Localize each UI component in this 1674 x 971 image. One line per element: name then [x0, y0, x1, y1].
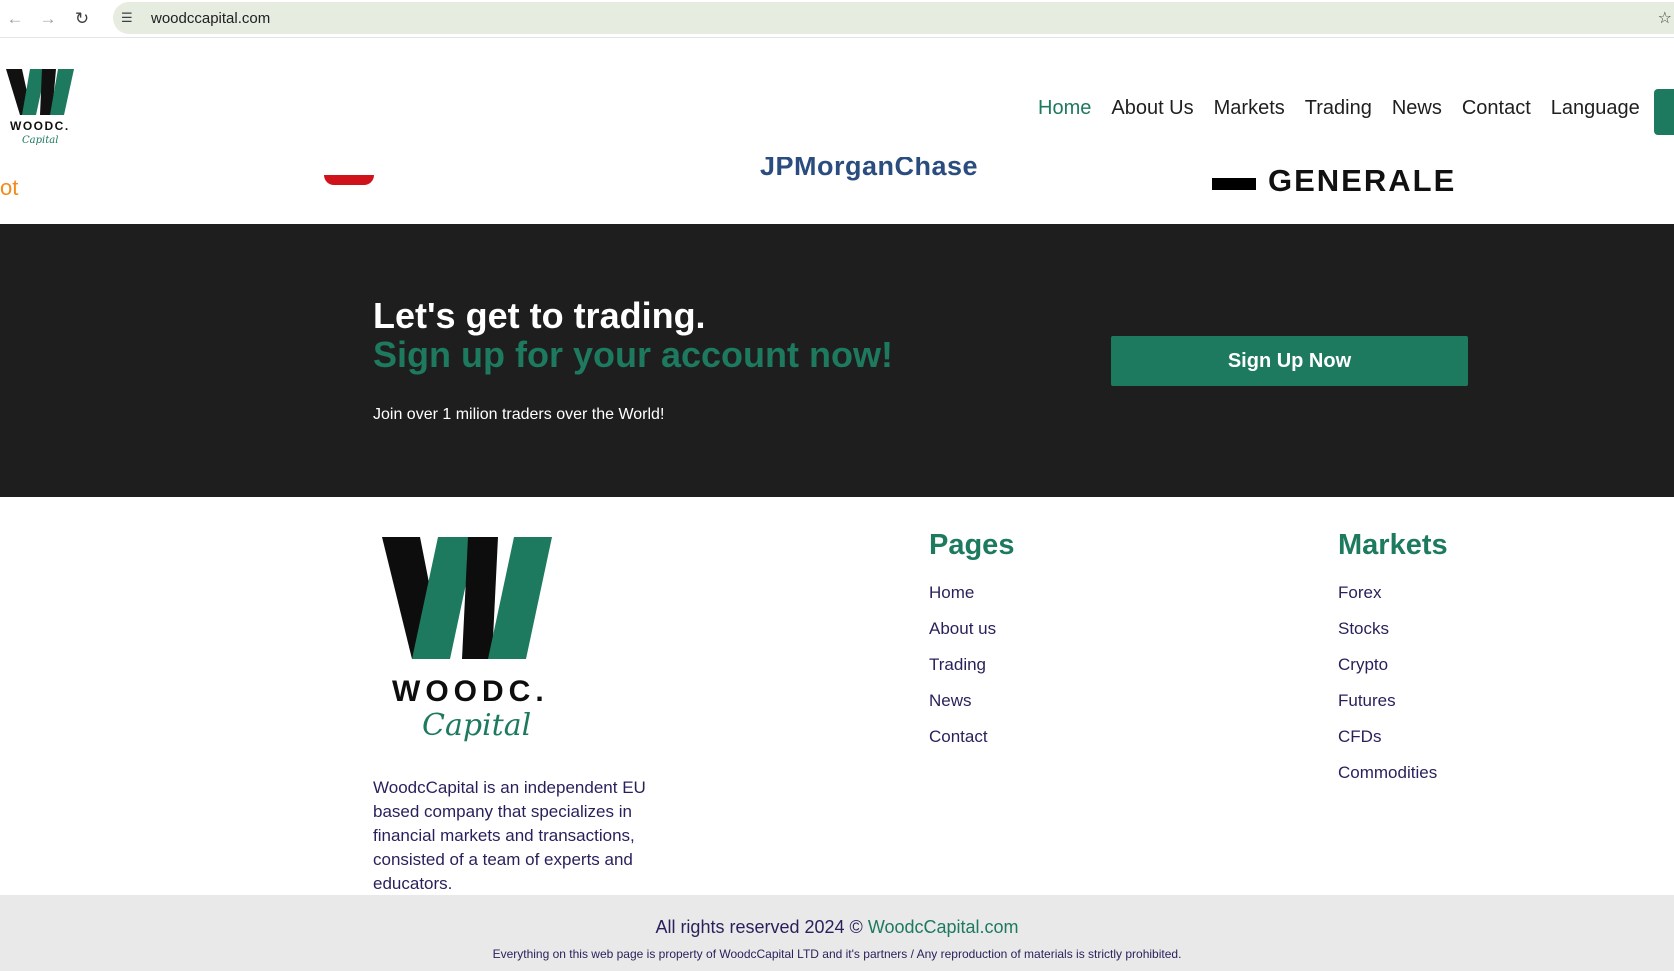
list-item: Crypto: [1338, 653, 1437, 689]
nav-about-us[interactable]: About Us: [1101, 97, 1203, 120]
reload-icon[interactable]: ↻: [69, 6, 95, 32]
sign-up-now-button[interactable]: Sign Up Now: [1111, 336, 1468, 386]
footer-link-stocks[interactable]: Stocks: [1338, 619, 1389, 638]
list-item: Forex: [1338, 581, 1437, 617]
back-arrow-icon[interactable]: ←: [2, 6, 28, 32]
footer-logo-script: Capital: [422, 708, 531, 743]
bookmark-star-icon[interactable]: ☆: [1658, 8, 1672, 28]
copyright-prefix: All rights reserved 2024 ©: [655, 917, 868, 937]
nav-markets[interactable]: Markets: [1204, 97, 1295, 120]
forward-arrow-icon[interactable]: →: [35, 6, 61, 32]
partner-logo-jpmorgan: JPMorganChase: [760, 157, 979, 181]
address-bar[interactable]: ☰ woodccapital.com ☆: [113, 2, 1674, 34]
footer-link-crypto[interactable]: Crypto: [1338, 655, 1388, 674]
nav-language[interactable]: Language: [1541, 97, 1650, 120]
partner-logos-strip: ot JPMorganChase GENERALE: [0, 157, 1674, 224]
list-item: Trading: [929, 653, 996, 689]
logo-script-text: Capital: [22, 135, 58, 146]
footer-about-text: WoodcCapital is an independent EU based …: [373, 778, 646, 893]
nav-news[interactable]: News: [1382, 97, 1452, 120]
cta-title: Let's get to trading.: [373, 295, 706, 336]
footer-markets-list: Forex Stocks Crypto Futures CFDs Commodi…: [1338, 581, 1437, 797]
list-item: CFDs: [1338, 725, 1437, 761]
partner-logo-fragment-left: ot: [0, 175, 19, 200]
footer-link-cfds[interactable]: CFDs: [1338, 727, 1381, 746]
site-header: WOODC. Capital Home About Us Markets Tra…: [0, 39, 1674, 157]
copyright-brand-link[interactable]: WoodcCapital.com: [868, 917, 1019, 937]
list-item: Stocks: [1338, 617, 1437, 653]
footer-pages-title: Pages: [929, 529, 1015, 561]
footer-link-trading[interactable]: Trading: [929, 655, 986, 674]
footer-link-forex[interactable]: Forex: [1338, 583, 1381, 602]
nav-trading[interactable]: Trading: [1295, 97, 1382, 120]
partner-logo-societe-generale: GENERALE: [1268, 163, 1457, 198]
footer-link-contact[interactable]: Contact: [929, 727, 988, 746]
site-settings-icon[interactable]: ☰: [121, 10, 141, 26]
nav-contact[interactable]: Contact: [1452, 97, 1541, 120]
list-item: Commodities: [1338, 761, 1437, 797]
footer-link-about-us[interactable]: About us: [929, 619, 996, 638]
footer-link-futures[interactable]: Futures: [1338, 691, 1396, 710]
partner-logo-sg-mark: [1212, 178, 1256, 190]
cta-note: Join over 1 milion traders over the Worl…: [373, 406, 665, 423]
browser-toolbar: ← → ↻ ☰ woodccapital.com ☆: [0, 0, 1674, 38]
footer-link-news[interactable]: News: [929, 691, 972, 710]
footer-logo-word: WOODC.: [392, 675, 549, 708]
copyright-text: All rights reserved 2024 © WoodcCapital.…: [0, 917, 1674, 938]
list-item: Futures: [1338, 689, 1437, 725]
partner-logo-red: [324, 175, 374, 185]
list-item: News: [929, 689, 996, 725]
list-item: Contact: [929, 725, 996, 761]
woodc-logo[interactable]: WOODC. Capital: [6, 69, 81, 151]
disclaimer-text: Everything on this web page is property …: [492, 947, 1182, 961]
footer-logo[interactable]: WOODC. Capital: [382, 537, 566, 745]
logo-word-text: WOODC.: [10, 119, 70, 133]
cta-subtitle: Sign up for your account now!: [373, 334, 893, 375]
main-navigation: Home About Us Markets Trading News Conta…: [1028, 97, 1650, 120]
list-item: About us: [929, 617, 996, 653]
nav-home[interactable]: Home: [1028, 97, 1101, 120]
list-item: Home: [929, 581, 996, 617]
copyright-bar: All rights reserved 2024 © WoodcCapital.…: [0, 895, 1674, 971]
site-footer: WOODC. Capital WoodcCapital is an indepe…: [0, 497, 1674, 895]
footer-pages-list: Home About us Trading News Contact: [929, 581, 996, 761]
footer-link-commodities[interactable]: Commodities: [1338, 763, 1437, 782]
footer-link-home[interactable]: Home: [929, 583, 974, 602]
footer-markets-title: Markets: [1338, 529, 1448, 561]
signup-cta-banner: Let's get to trading. Sign up for your a…: [0, 224, 1674, 497]
address-url[interactable]: woodccapital.com: [151, 10, 270, 27]
header-cta-button[interactable]: [1654, 89, 1674, 135]
